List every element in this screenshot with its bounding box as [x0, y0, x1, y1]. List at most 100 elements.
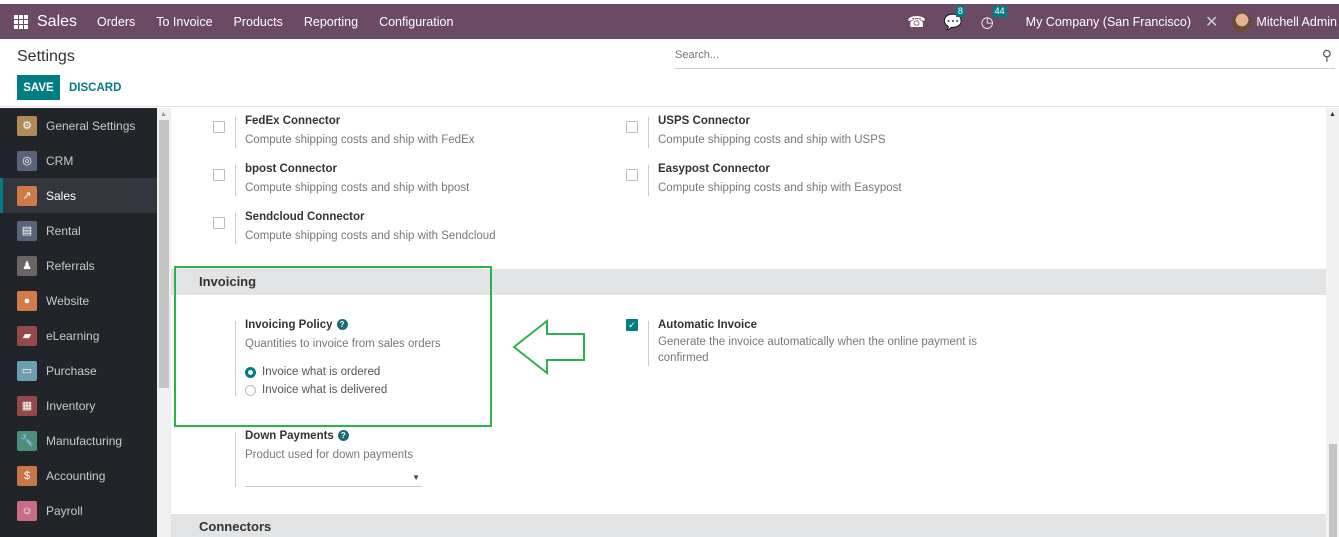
page-title: Settings	[17, 48, 75, 65]
save-button[interactable]: SAVE	[17, 75, 60, 100]
usps-checkbox[interactable]	[626, 121, 638, 133]
setting-description: Compute shipping costs and ship with Eas…	[658, 182, 902, 194]
discard-button[interactable]: DISCARD	[69, 75, 121, 100]
sidebar-item-crm[interactable]: ◎ CRM	[0, 143, 157, 178]
sidebar-item-payroll[interactable]: ☺ Payroll	[0, 493, 157, 528]
content-scrollbar[interactable]: ▲	[1326, 108, 1339, 537]
menu-products[interactable]: Products	[234, 15, 283, 29]
phone-icon[interactable]: ☎	[907, 13, 926, 31]
automatic-invoice-checkbox[interactable]: ✓	[626, 319, 638, 331]
sidebar-item-label: eLearning	[46, 328, 100, 343]
sidebar-scroll-thumb[interactable]	[159, 120, 169, 388]
setting-fedex: FedEx Connector Compute shipping costs a…	[213, 115, 475, 148]
setting-title: FedEx Connector	[245, 115, 341, 127]
sidebar-scrollbar[interactable]: ▲	[157, 108, 171, 537]
globe-icon: ●	[17, 290, 37, 311]
sidebar-item-elearning[interactable]: ▰ eLearning	[0, 318, 157, 353]
setting-down-payments: Down Payments? Product used for down pay…	[235, 430, 475, 487]
down-payment-product-select[interactable]: ▼	[245, 467, 422, 487]
sidebar-item-label: Accounting	[46, 468, 106, 483]
gear-icon: ⚙	[17, 115, 37, 136]
setting-sendcloud: Sendcloud Connector Compute shipping cos…	[213, 211, 496, 244]
setting-title: Sendcloud Connector	[245, 211, 365, 223]
handshake-icon: ◎	[17, 150, 37, 171]
settings-sidebar: ⚙ General Settings ◎ CRM ↗ Sales ▤ Rental ♟ R…	[0, 108, 157, 537]
sidebar-item-label: Referrals	[46, 258, 95, 273]
menu-to-invoice[interactable]: To Invoice	[156, 15, 212, 29]
invoice-icon: $	[17, 465, 37, 486]
fedex-checkbox[interactable]	[213, 121, 225, 133]
setting-title: Down Payments?	[245, 430, 475, 442]
setting-title: Easypost Connector	[658, 163, 770, 175]
sidebar-item-referrals[interactable]: ♟ Referrals	[0, 248, 157, 283]
bpost-checkbox[interactable]	[213, 169, 225, 181]
setting-description: Compute shipping costs and ship with USP…	[658, 134, 886, 146]
sidebar-item-label: CRM	[46, 153, 74, 168]
sidebar-item-label: Sales	[46, 188, 77, 203]
setting-easypost: Easypost Connector Compute shipping cost…	[626, 163, 902, 196]
sidebar-item-website[interactable]: ● Website	[0, 283, 157, 318]
messages-badge: 8	[955, 5, 965, 17]
setting-description: Compute shipping costs and ship with Fed…	[245, 134, 475, 146]
scroll-up-icon[interactable]: ▲	[160, 111, 167, 118]
setting-title: bpost Connector	[245, 163, 337, 175]
sidebar-item-label: Inventory	[46, 398, 96, 413]
payroll-icon: ☺	[17, 500, 37, 521]
setting-title: USPS Connector	[658, 115, 751, 127]
sidebar-item-label: Manufacturing	[46, 433, 123, 448]
activities-badge: 44	[992, 5, 1007, 17]
down-payments-title: Down Payments	[245, 430, 334, 442]
sidebar-item-manufacturing[interactable]: 🔧 Manufacturing	[0, 423, 157, 458]
card-icon: ▭	[17, 360, 37, 381]
search-input[interactable]	[675, 47, 1275, 61]
setting-description: Product used for down payments	[245, 449, 414, 461]
setting-title: Automatic Invoice	[658, 319, 758, 331]
sidebar-item-label: Rental	[46, 223, 81, 238]
box-icon: ▦	[17, 395, 37, 416]
annotation-highlight-box	[174, 266, 492, 427]
setting-automatic-invoice: ✓ Automatic Invoice Generate the invoice…	[626, 319, 988, 366]
help-icon[interactable]: ?	[337, 430, 349, 441]
setting-usps: USPS Connector Compute shipping costs an…	[626, 115, 886, 148]
app-name[interactable]: Sales	[37, 13, 77, 31]
chart-icon: ↗	[17, 185, 37, 206]
search-icon[interactable]: ⚲	[1322, 47, 1332, 64]
annotation-arrow-icon	[512, 319, 585, 375]
referrals-icon: ♟	[17, 255, 37, 276]
setting-description: Compute shipping costs and ship with Sen…	[245, 230, 496, 242]
control-panel: Settings SAVE DISCARD ⚲	[0, 39, 1339, 107]
setting-bpost: bpost Connector Compute shipping costs a…	[213, 163, 470, 196]
sidebar-item-label: Purchase	[46, 363, 97, 378]
sidebar-item-accounting[interactable]: $ Accounting	[0, 458, 157, 493]
sidebar-item-purchase[interactable]: ▭ Purchase	[0, 353, 157, 388]
sidebar-item-label: Website	[46, 293, 90, 308]
company-switcher[interactable]: My Company (San Francisco)	[1026, 15, 1191, 29]
sidebar-item-general-settings[interactable]: ⚙ General Settings	[0, 108, 157, 143]
scroll-up-icon[interactable]: ▲	[1329, 111, 1336, 118]
menu-reporting[interactable]: Reporting	[304, 15, 358, 29]
easypost-checkbox[interactable]	[626, 169, 638, 181]
menu-configuration[interactable]: Configuration	[379, 15, 453, 29]
top-navbar: Sales Orders To Invoice Products Reporti…	[0, 4, 1339, 39]
search-box: ⚲	[675, 47, 1335, 69]
user-menu[interactable]: Mitchell Admin	[1256, 15, 1337, 29]
rental-icon: ▤	[17, 220, 37, 241]
setting-description: Compute shipping costs and ship with bpo…	[245, 182, 470, 194]
section-connectors: Connectors	[171, 514, 1326, 537]
caret-down-icon[interactable]: ▼	[412, 473, 420, 482]
content-scroll-thumb[interactable]	[1329, 444, 1337, 537]
setting-description: Generate the invoice automatically when …	[658, 336, 977, 364]
debug-tools-icon[interactable]: ✕	[1205, 12, 1218, 32]
sidebar-item-inventory[interactable]: ▦ Inventory	[0, 388, 157, 423]
sidebar-item-sales[interactable]: ↗ Sales	[0, 178, 157, 213]
menu-orders[interactable]: Orders	[97, 15, 135, 29]
activities-icon[interactable]: ◷ 44	[981, 5, 1007, 31]
sidebar-item-rental[interactable]: ▤ Rental	[0, 213, 157, 248]
app-grid-icon[interactable]	[14, 14, 28, 29]
sidebar-item-label: General Settings	[46, 118, 136, 133]
wrench-icon: 🔧	[17, 430, 37, 451]
user-avatar[interactable]	[1232, 11, 1253, 32]
messages-icon[interactable]: 💬 8	[944, 5, 965, 31]
sendcloud-checkbox[interactable]	[213, 217, 225, 229]
elearning-icon: ▰	[17, 325, 37, 346]
